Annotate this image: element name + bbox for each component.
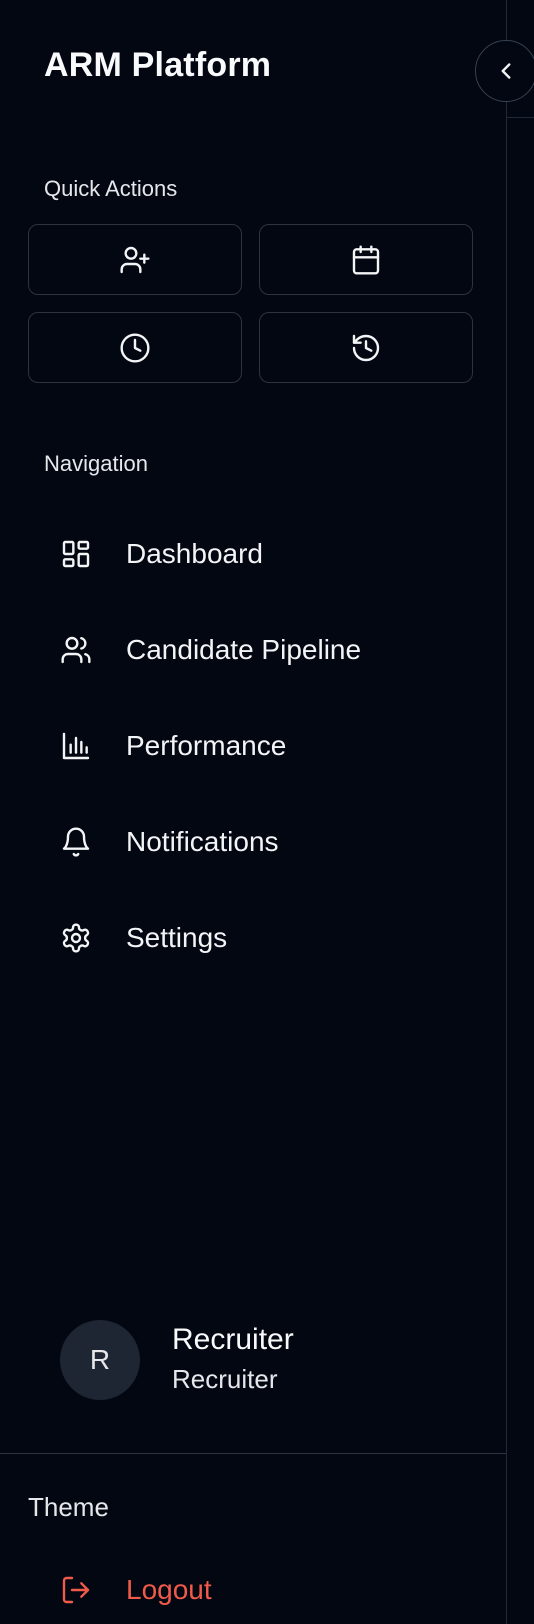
nav-item-label: Notifications <box>126 826 279 857</box>
nav-item-label: Settings <box>126 922 228 953</box>
nav-item-label: Performance <box>126 730 287 761</box>
chevron-left-icon <box>493 58 519 84</box>
nav-item-performance[interactable]: Performance <box>44 716 464 776</box>
user-plus-icon <box>119 244 151 276</box>
quick-action-clock-button[interactable] <box>28 312 242 383</box>
divider <box>0 1453 506 1454</box>
main-content-edge <box>507 0 534 1624</box>
history-icon <box>350 332 382 364</box>
user-name: Recruiter <box>172 1323 294 1356</box>
quick-action-history-button[interactable] <box>259 312 473 383</box>
quick-action-add-candidate-button[interactable] <box>28 224 242 295</box>
navigation-heading: Navigation <box>44 451 148 476</box>
logout-label: Logout <box>126 1574 212 1605</box>
users-icon <box>44 634 108 666</box>
clock-icon <box>119 332 151 364</box>
nav-item-notifications[interactable]: Notifications <box>44 812 464 872</box>
collapse-sidebar-button[interactable] <box>475 40 534 102</box>
sidebar: ARM Platform Quick Actions Navigation Da… <box>0 0 507 1624</box>
nav-item-settings[interactable]: Settings <box>44 908 464 968</box>
avatar: R <box>60 1320 140 1400</box>
user-role: Recruiter <box>172 1364 278 1394</box>
bell-icon <box>44 826 108 858</box>
dashboard-grid-icon <box>44 538 108 570</box>
user-profile[interactable]: R Recruiter Recruiter <box>60 1320 294 1400</box>
app-title: ARM Platform <box>44 46 272 84</box>
nav-item-label: Candidate Pipeline <box>126 634 362 665</box>
quick-action-schedule-button[interactable] <box>259 224 473 295</box>
nav-item-label: Dashboard <box>126 538 263 569</box>
logout-button[interactable]: Logout <box>44 1560 212 1620</box>
bar-chart-icon <box>44 730 108 762</box>
quick-actions-heading: Quick Actions <box>44 176 178 201</box>
header-divider <box>507 117 534 118</box>
calendar-icon <box>350 244 382 276</box>
theme-toggle-label[interactable]: Theme <box>28 1492 109 1523</box>
nav-item-candidate-pipeline[interactable]: Candidate Pipeline <box>44 620 464 680</box>
nav-item-dashboard[interactable]: Dashboard <box>44 524 464 584</box>
gear-icon <box>44 922 108 954</box>
logout-icon <box>44 1574 108 1606</box>
